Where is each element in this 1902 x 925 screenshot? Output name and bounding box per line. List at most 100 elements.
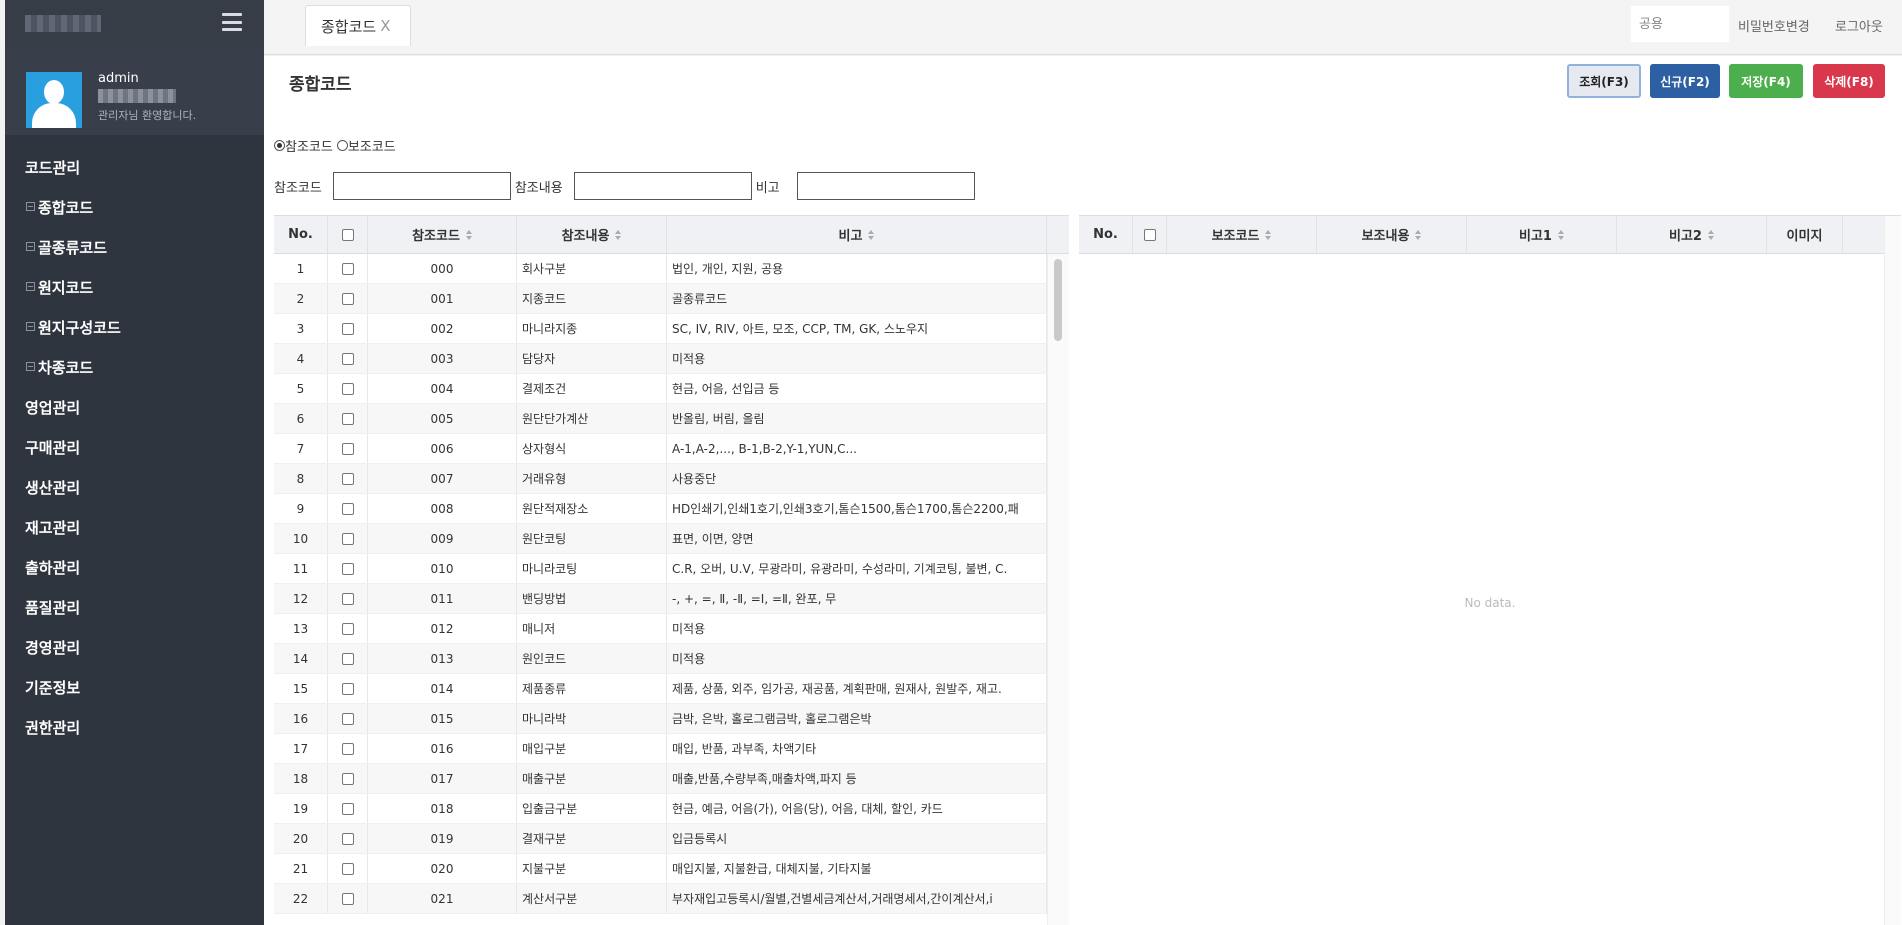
table-row[interactable]: 10 009 원단코팅 표면, 이면, 양면 (274, 524, 1069, 554)
row-code-cell[interactable]: 014 (368, 674, 517, 703)
row-checkbox[interactable] (341, 562, 354, 575)
col-ref-code[interactable]: 참조코드 (368, 216, 517, 253)
row-name-cell[interactable]: 결재구분 (517, 824, 667, 853)
row-checkbox[interactable] (341, 472, 354, 485)
row-name-cell[interactable]: 원단코팅 (517, 524, 667, 553)
sidebar-item-quality[interactable]: 품질관리 (5, 587, 264, 627)
row-code-cell[interactable]: 009 (368, 524, 517, 553)
ref-content-filter-input[interactable] (573, 172, 752, 200)
table-row[interactable]: 9 008 원단적재장소 HD인쇄기,인쇄1호기,인쇄3호기,톰슨1500,톰슨170… (274, 494, 1069, 524)
row-code-cell[interactable]: 001 (368, 284, 517, 313)
row-memo-cell[interactable]: 현금, 예금, 어음(가), 어음(당), 어음, 대체, 할인, 카드 (667, 794, 1047, 823)
row-checkbox[interactable] (341, 712, 354, 725)
table-row[interactable]: 1 000 회사구분 법인, 개인, 지원, 공용 (274, 254, 1069, 284)
col-memo2[interactable]: 비고2 (1617, 216, 1767, 253)
row-name-cell[interactable]: 매출구분 (517, 764, 667, 793)
sidebar-item-master-data[interactable]: 기준정보 (5, 667, 264, 707)
sidebar-item-sales[interactable]: 영업관리 (5, 387, 264, 427)
change-password-link[interactable]: 비밀번호변경 (1738, 16, 1810, 35)
ref-code-radio[interactable] (274, 140, 285, 151)
row-memo-cell[interactable]: 매입지불, 지불환급, 대체지불, 기타지불 (667, 854, 1047, 883)
row-name-cell[interactable]: 상자형식 (517, 434, 667, 463)
row-memo-cell[interactable]: -, +, =, Ⅱ, -Ⅱ, =Ⅰ, =Ⅱ, 완포, 무 (667, 584, 1047, 613)
aux-code-radio[interactable] (336, 140, 348, 151)
row-code-cell[interactable]: 006 (368, 434, 517, 463)
row-code-cell[interactable]: 003 (368, 344, 517, 373)
row-memo-cell[interactable]: 금박, 은박, 홀로그램금박, 홀로그램은박 (667, 704, 1047, 733)
table-row[interactable]: 4 003 담당자 미적용 (274, 344, 1069, 374)
row-memo-cell[interactable]: 부자재입고등록시/월별,건별세금계산서,거래명세서,간이계산서,i (667, 884, 1047, 913)
row-checkbox[interactable] (341, 502, 354, 515)
row-name-cell[interactable]: 원단적재장소 (517, 494, 667, 523)
row-code-cell[interactable]: 015 (368, 704, 517, 733)
row-code-cell[interactable]: 017 (368, 764, 517, 793)
row-checkbox[interactable] (341, 652, 354, 665)
table-row[interactable]: 19 018 입출금구분 현금, 예금, 어음(가), 어음(당), 어음, 대체, … (274, 794, 1069, 824)
sidebar-item-paper-composition-code[interactable]: 원지구성코드 (5, 307, 264, 347)
row-name-cell[interactable]: 지종코드 (517, 284, 667, 313)
row-memo-cell[interactable]: 반올림, 버림, 올림 (667, 404, 1047, 433)
table-row[interactable]: 15 014 제품종류 제품, 상품, 외주, 임가공, 재공품, 계획판매, 원재사… (274, 674, 1069, 704)
row-name-cell[interactable]: 매니저 (517, 614, 667, 643)
row-name-cell[interactable]: 결제조건 (517, 374, 667, 403)
hamburger-menu-icon[interactable] (222, 13, 242, 31)
row-name-cell[interactable]: 마니라코팅 (517, 554, 667, 583)
row-name-cell[interactable]: 마니라지종 (517, 314, 667, 343)
table-row[interactable]: 12 011 밴딩방법 -, +, =, Ⅱ, -Ⅱ, =Ⅰ, =Ⅱ, 완포, 무 (274, 584, 1069, 614)
table-row[interactable]: 11 010 마니라코팅 C.R, 오버, U.V, 무광라미, 유광라미, 수성라미… (274, 554, 1069, 584)
row-code-cell[interactable]: 021 (368, 884, 517, 913)
row-memo-cell[interactable]: 표면, 이면, 양면 (667, 524, 1047, 553)
sidebar-item-inventory[interactable]: 재고관리 (5, 507, 264, 547)
row-checkbox[interactable] (341, 682, 354, 695)
view-button[interactable]: 조회(F3) (1567, 64, 1641, 98)
row-memo-cell[interactable]: 사용중단 (667, 464, 1047, 493)
sidebar-item-management[interactable]: 경영관리 (5, 627, 264, 667)
row-name-cell[interactable]: 원단단가계산 (517, 404, 667, 433)
row-code-cell[interactable]: 013 (368, 644, 517, 673)
row-memo-cell[interactable]: 입금등록시 (667, 824, 1047, 853)
tab-general-code[interactable]: 종합코드 X (305, 5, 411, 46)
row-checkbox[interactable] (341, 862, 354, 875)
memo-filter-input[interactable] (796, 172, 975, 200)
row-code-cell[interactable]: 002 (368, 314, 517, 343)
row-memo-cell[interactable]: 골종류코드 (667, 284, 1047, 313)
row-name-cell[interactable]: 제품종류 (517, 674, 667, 703)
table-row[interactable]: 6 005 원단단가계산 반올림, 버림, 올림 (274, 404, 1069, 434)
sidebar-item-permissions[interactable]: 권한관리 (5, 707, 264, 747)
company-input[interactable] (1631, 6, 1729, 42)
tab-close-icon[interactable]: X (380, 17, 390, 35)
row-name-cell[interactable]: 원인코드 (517, 644, 667, 673)
row-checkbox[interactable] (341, 742, 354, 755)
select-all-checkbox[interactable] (1143, 228, 1156, 241)
table-row[interactable]: 3 002 마니라지종 SC, IV, RIV, 아트, 모조, CCP, TM, G… (274, 314, 1069, 344)
row-memo-cell[interactable]: 법인, 개인, 지원, 공용 (667, 254, 1047, 283)
row-memo-cell[interactable]: 매출,반품,수량부족,매출차액,파지 등 (667, 764, 1047, 793)
row-memo-cell[interactable]: 현금, 어음, 선입금 등 (667, 374, 1047, 403)
row-code-cell[interactable]: 005 (368, 404, 517, 433)
sidebar-item-code-management[interactable]: 코드관리 (5, 147, 264, 187)
row-memo-cell[interactable]: 매입, 반품, 과부족, 차액기타 (667, 734, 1047, 763)
row-checkbox[interactable] (341, 892, 354, 905)
table-row[interactable]: 14 013 원인코드 미적용 (274, 644, 1069, 674)
row-name-cell[interactable]: 계산서구분 (517, 884, 667, 913)
table-row[interactable]: 13 012 매니저 미적용 (274, 614, 1069, 644)
row-checkbox[interactable] (341, 262, 354, 275)
row-code-cell[interactable]: 018 (368, 794, 517, 823)
row-checkbox[interactable] (341, 592, 354, 605)
scrollbar-thumb[interactable] (1054, 259, 1062, 341)
row-code-cell[interactable]: 012 (368, 614, 517, 643)
table-row[interactable]: 2 001 지종코드 골종류코드 (274, 284, 1069, 314)
row-name-cell[interactable]: 입출금구분 (517, 794, 667, 823)
col-aux-code[interactable]: 보조코드 (1167, 216, 1317, 253)
row-name-cell[interactable]: 거래유형 (517, 464, 667, 493)
grid-scrollbar[interactable] (1884, 216, 1901, 925)
row-code-cell[interactable]: 016 (368, 734, 517, 763)
sidebar-item-flute-code[interactable]: 골종류코드 (5, 227, 264, 267)
save-button[interactable]: 저장(F4) (1729, 64, 1803, 98)
select-all-checkbox[interactable] (341, 228, 354, 241)
row-name-cell[interactable]: 지불구분 (517, 854, 667, 883)
row-checkbox[interactable] (341, 292, 354, 305)
row-code-cell[interactable]: 019 (368, 824, 517, 853)
row-code-cell[interactable]: 000 (368, 254, 517, 283)
row-checkbox[interactable] (341, 802, 354, 815)
